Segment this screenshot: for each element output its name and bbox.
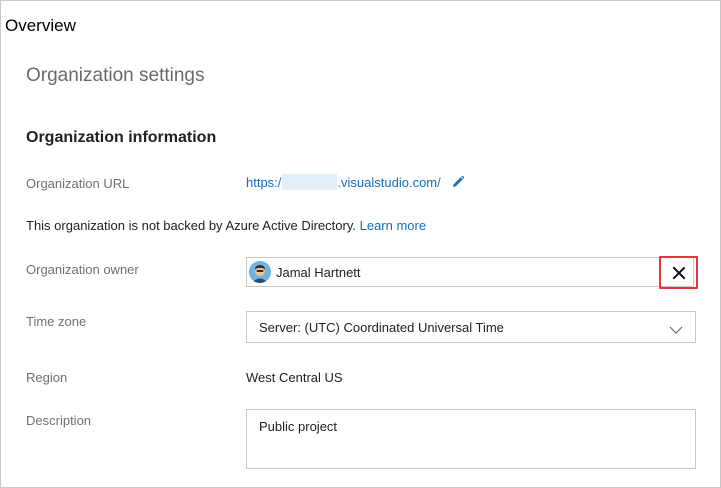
region-value: West Central US: [246, 370, 343, 385]
owner-name: Jamal Hartnett: [276, 265, 361, 280]
pencil-icon[interactable]: [450, 174, 466, 190]
organization-url-prefix[interactable]: https:/: [246, 175, 281, 190]
organization-url-suffix[interactable]: .visualstudio.com/: [337, 175, 440, 190]
avatar: [249, 261, 271, 283]
organization-url: https:/ .visualstudio.com/: [246, 174, 466, 190]
url-redaction: [282, 174, 338, 190]
learn-more-link[interactable]: Learn more: [360, 218, 426, 233]
description-label: Description: [26, 413, 92, 428]
settings-panel: Overview Organization settings Organizat…: [0, 0, 721, 488]
description-textarea[interactable]: Public project: [246, 409, 696, 469]
owner-picker[interactable]: Jamal Hartnett: [246, 257, 694, 287]
chevron-down-icon: [669, 322, 683, 334]
time-zone-select[interactable]: Server: (UTC) Coordinated Universal Time: [246, 311, 696, 343]
organization-owner-label: Organization owner: [26, 262, 139, 277]
overview-title: Overview: [5, 16, 76, 35]
time-zone-label: Time zone: [26, 314, 87, 329]
section-heading: Organization information: [26, 129, 217, 146]
time-zone-value: Server: (UTC) Coordinated Universal Time: [259, 320, 504, 335]
organization-url-label: Organization URL: [26, 176, 130, 191]
aad-notice-text: This organization is not backed by Azure…: [26, 218, 356, 233]
region-label: Region: [26, 370, 68, 385]
aad-notice: This organization is not backed by Azure…: [26, 218, 426, 233]
page-title: Organization settings: [26, 65, 205, 86]
close-icon[interactable]: [670, 265, 688, 281]
